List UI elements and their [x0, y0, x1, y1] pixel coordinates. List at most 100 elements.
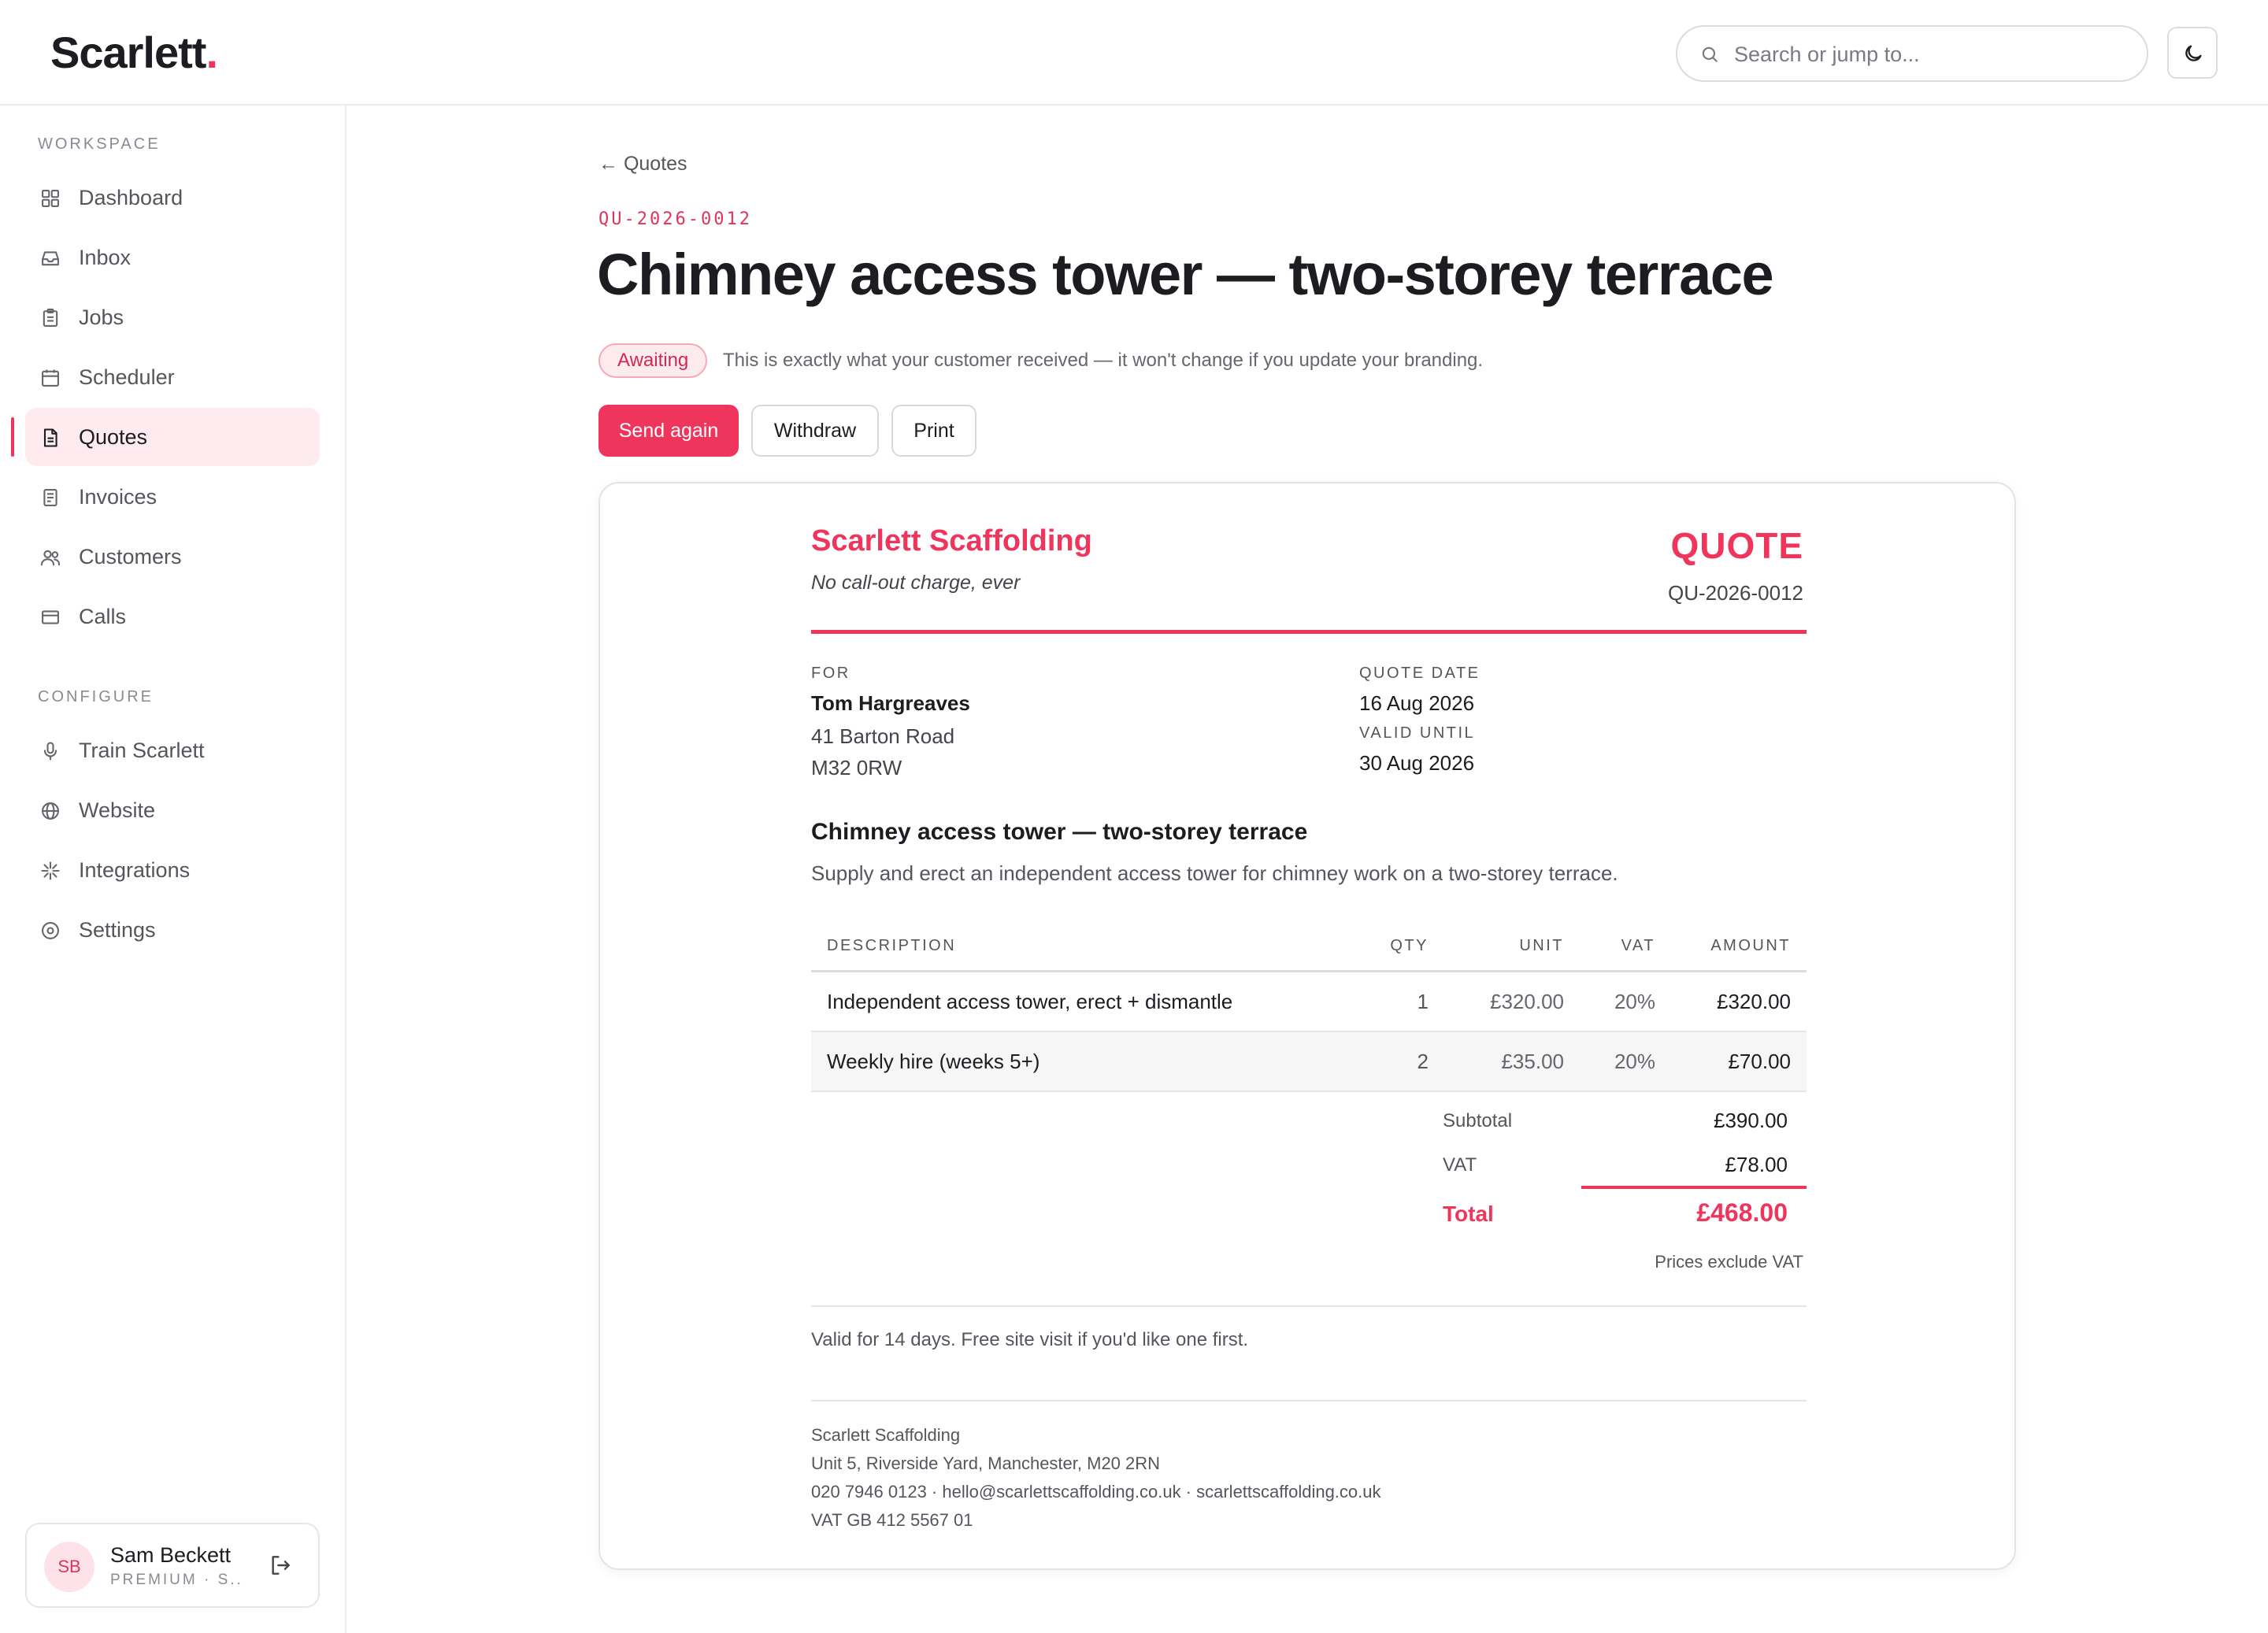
- sidebar-item-jobs[interactable]: Jobs: [25, 288, 320, 346]
- job-title: Chimney access tower — two-storey terrac…: [811, 819, 1308, 845]
- receipt-icon: [43, 489, 57, 506]
- sidebar-item-invoices[interactable]: Invoices: [25, 468, 320, 526]
- avatar: SB: [44, 1542, 94, 1592]
- globe-icon: [42, 802, 59, 820]
- sidebar-item-train-scarlett[interactable]: Train Scarlett: [25, 721, 320, 779]
- total-value: £468.00: [1696, 1198, 1788, 1227]
- prices-note: Prices exclude VAT: [1655, 1252, 1803, 1272]
- print-button[interactable]: Print: [891, 405, 976, 457]
- line-unit-price: £320.00: [1490, 990, 1564, 1013]
- footer-contact: 020 7946 0123 · hello@scarlettscaffoldin…: [811, 1482, 1381, 1502]
- logo-dot: .: [206, 28, 218, 77]
- table-row: Weekly hire (weeks 5+) 2 £35.00 20% £70.…: [811, 1032, 1807, 1091]
- sidebar-item-label: Dashboard: [79, 186, 183, 209]
- terms-text: Valid for 14 days. Free site visit if yo…: [811, 1329, 1249, 1350]
- sidebar-item-label: Quotes: [79, 425, 148, 449]
- sidebar-item-label: Website: [79, 798, 156, 822]
- total-label: Total: [1443, 1202, 1494, 1226]
- sidebar-item-calls[interactable]: Calls: [25, 587, 320, 646]
- job-description: Supply and erect an independent access t…: [811, 861, 1618, 885]
- sidebar-item-label: Customers: [79, 545, 182, 568]
- footer-company-name: Scarlett Scaffolding: [811, 1425, 961, 1445]
- terms-divider: [811, 1305, 1807, 1307]
- sidebar-item-label: Calls: [79, 605, 127, 628]
- total-divider: [1581, 1186, 1807, 1189]
- theme-toggle-button[interactable]: [2167, 27, 2218, 79]
- quote-date: 16 Aug 2026: [1359, 691, 1475, 715]
- inbox-icon: [42, 251, 59, 266]
- line-qty: 2: [1417, 1050, 1429, 1073]
- quote-date-label: QUOTE DATE: [1359, 665, 1480, 682]
- subtotal-value: £390.00: [1714, 1109, 1788, 1132]
- sidebar-item-label: Scheduler: [79, 365, 175, 389]
- grid-icon: [42, 190, 59, 207]
- line-description: Weekly hire (weeks 5+): [827, 1050, 1040, 1073]
- valid-until-label: VALID UNTIL: [1359, 724, 1476, 742]
- customer-address-line2: M32 0RW: [811, 756, 902, 779]
- column-header-amount: AMOUNT: [1710, 937, 1791, 954]
- settings-icon: [42, 922, 59, 939]
- vat-value: £78.00: [1725, 1153, 1788, 1176]
- search-icon: [1702, 46, 1718, 62]
- sidebar-item-website[interactable]: Website: [25, 781, 320, 839]
- line-vat: 20%: [1614, 1050, 1655, 1073]
- sidebar-item-customers[interactable]: Customers: [25, 528, 320, 586]
- sidebar-item-integrations[interactable]: Integrations: [25, 841, 320, 899]
- quote-code: QU-2026-0012: [598, 209, 752, 229]
- for-label: FOR: [811, 665, 850, 682]
- withdraw-button[interactable]: Withdraw: [751, 405, 879, 457]
- sidebar-item-scheduler[interactable]: Scheduler: [25, 348, 320, 406]
- line-amount: £70.00: [1728, 1050, 1791, 1073]
- active-indicator: [11, 417, 14, 457]
- logout-icon[interactable]: [268, 1553, 293, 1578]
- column-header-description: DESCRIPTION: [827, 937, 957, 954]
- status-note: This is exactly what your customer recei…: [723, 350, 1484, 371]
- sparkle-icon: [41, 861, 60, 880]
- moon-icon: [2185, 45, 2202, 61]
- search-input[interactable]: [1734, 38, 2128, 71]
- sidebar-item-quotes[interactable]: Quotes: [25, 408, 320, 466]
- line-amount: £320.00: [1717, 990, 1791, 1013]
- users-icon: [40, 550, 61, 566]
- company-tagline: No call-out charge, ever: [811, 572, 1021, 594]
- column-header-vat: VAT: [1621, 937, 1655, 954]
- page-title: Chimney access tower — two-storey terrac…: [597, 242, 1774, 307]
- logo-text: Scarlett: [50, 28, 206, 77]
- customer-address-line1: 41 Barton Road: [811, 724, 955, 748]
- customer-name: Tom Hargreaves: [811, 691, 970, 715]
- sidebar-item-settings[interactable]: Settings: [25, 901, 320, 959]
- document-icon: [43, 428, 57, 447]
- sidebar-item-dashboard[interactable]: Dashboard: [25, 168, 320, 227]
- send-again-button[interactable]: Send again: [598, 405, 739, 457]
- back-to-quotes-link[interactable]: ← Quotes: [598, 153, 687, 176]
- line-qty: 1: [1417, 990, 1429, 1013]
- column-header-unit: UNIT: [1519, 937, 1564, 954]
- user-card[interactable]: SB Sam Beckett PREMIUM · S...: [25, 1523, 320, 1608]
- status-badge: Awaiting: [598, 343, 708, 378]
- vat-label: VAT: [1443, 1154, 1477, 1176]
- configure-section-label: CONFIGURE: [38, 688, 154, 705]
- sidebar-item-inbox[interactable]: Inbox: [25, 228, 320, 287]
- top-bar: Scarlett.: [0, 0, 2268, 106]
- quote-document: Scarlett Scaffolding No call-out charge,…: [598, 482, 2016, 1570]
- footer-vat-number: VAT GB 412 5567 01: [811, 1510, 973, 1530]
- search-box[interactable]: [1676, 25, 2148, 82]
- sidebar-item-label: Inbox: [79, 246, 132, 269]
- calendar-icon: [42, 369, 59, 387]
- user-name: Sam Beckett: [110, 1543, 232, 1567]
- sidebar-item-label: Train Scarlett: [79, 739, 205, 762]
- sidebar-item-label: Invoices: [79, 485, 158, 509]
- company-name: Scarlett Scaffolding: [811, 524, 1092, 557]
- app-logo[interactable]: Scarlett.: [50, 27, 218, 78]
- table-row: Independent access tower, erect + disman…: [811, 972, 1807, 1031]
- footer-address: Unit 5, Riverside Yard, Manchester, M20 …: [811, 1453, 1161, 1473]
- card-icon: [42, 610, 59, 624]
- sidebar-item-label: Settings: [79, 918, 156, 942]
- line-description: Independent access tower, erect + disman…: [827, 990, 1233, 1013]
- document-number: QU-2026-0012: [1668, 581, 1803, 605]
- header-divider: [811, 630, 1807, 634]
- document-type: QUOTE: [1670, 525, 1803, 566]
- column-header-qty: QTY: [1390, 937, 1429, 954]
- workspace-section-label: WORKSPACE: [38, 135, 161, 153]
- footer-divider: [811, 1400, 1807, 1402]
